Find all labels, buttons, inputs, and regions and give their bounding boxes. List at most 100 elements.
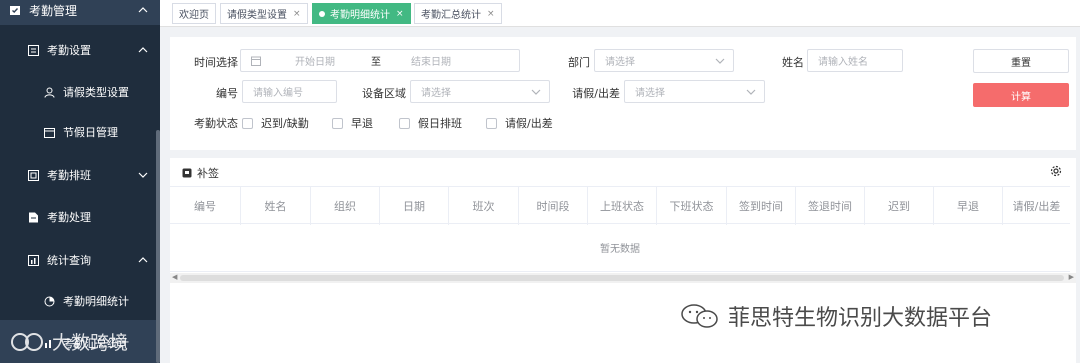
leave-placeholder: 请选择 <box>635 88 665 99</box>
watermark-secondary-text: 大数跨境 <box>52 332 129 354</box>
column-header-date[interactable]: 日期 <box>380 187 449 225</box>
leave-select[interactable]: 请选择 <box>624 80 765 103</box>
sidebar-item-attendance-management[interactable]: 考勤管理 <box>0 0 160 20</box>
checkbox-box[interactable] <box>486 117 497 129</box>
pie-chart-icon <box>42 294 56 308</box>
search-form: 时间选择 开始日期 至 结束日期 部门 请选择 姓名 请输入姓名 重置 编号 请… <box>170 37 1076 150</box>
close-icon[interactable]: × <box>487 9 495 19</box>
scroll-left-icon[interactable]: ◀ <box>172 273 177 281</box>
column-header-shift[interactable]: 班次 <box>449 187 519 225</box>
name-placeholder: 请输入姓名 <box>818 57 868 68</box>
supplement-label: 补签 <box>197 167 219 180</box>
column-header-checkout-time[interactable]: 签退时间 <box>796 187 865 225</box>
wechat-logo-icon <box>680 302 720 330</box>
column-header-time-range[interactable]: 时间段 <box>519 187 588 225</box>
checkbox-label: 请假/出差 <box>505 117 553 130</box>
tab-label: 考勤明细统计 <box>330 10 390 21</box>
sidebar-item-label: 请假类型设置 <box>63 86 129 99</box>
tab-summary-stats[interactable]: 考勤汇总统计 × <box>414 3 502 24</box>
code-label: 编号 <box>216 87 238 100</box>
start-date-placeholder[interactable]: 开始日期 <box>295 53 335 68</box>
dept-label: 部门 <box>568 56 590 69</box>
column-header-code[interactable]: 编号 <box>170 187 241 225</box>
chevron-down-icon <box>746 87 756 97</box>
tab-detail-stats[interactable]: 考勤明细统计 × <box>312 3 411 24</box>
table-header-row: 编号 姓名 组织 日期 班次 时间段 上班状态 下班状态 签到时间 签退时间 迟… <box>170 186 1070 225</box>
chevron-up-icon <box>138 255 148 265</box>
date-range-input[interactable]: 开始日期 至 结束日期 <box>240 49 520 72</box>
checkbox-label: 假日排班 <box>418 117 462 130</box>
column-header-org[interactable]: 组织 <box>311 187 380 225</box>
sidebar-scrollbar[interactable] <box>156 130 160 363</box>
area-select[interactable]: 请选择 <box>410 80 550 103</box>
sidebar-item-handle[interactable]: 考勤处理 <box>0 197 160 237</box>
sidebar-item-attendance-settings[interactable]: 考勤设置 <box>0 30 160 70</box>
empty-state-text: 暂无数据 <box>170 224 1070 272</box>
name-label: 姓名 <box>782 56 804 69</box>
area-placeholder: 请选择 <box>421 88 451 99</box>
watermark-main: 菲思特生物识别大数据平台 <box>680 300 992 332</box>
sidebar-item-detail-stats[interactable]: 考勤明细统计 <box>0 282 160 320</box>
scroll-right-icon[interactable]: ▶ <box>1069 273 1074 281</box>
sidebar-item-label: 考勤设置 <box>47 44 91 57</box>
chevron-down-icon <box>715 56 725 66</box>
tab-welcome[interactable]: 欢迎页 <box>172 3 216 24</box>
checkbox-leave-trip[interactable]: 请假/出差 <box>486 115 553 131</box>
scrollbar-thumb[interactable] <box>180 275 1064 281</box>
sidebar-item-label: 考勤排班 <box>47 169 91 182</box>
checkbox-holiday-shift[interactable]: 假日排班 <box>399 115 462 131</box>
calendar-icon <box>251 56 261 66</box>
sidebar-item-holiday[interactable]: 节假日管理 <box>0 112 160 152</box>
table-toolbar: 补签 <box>170 158 1076 186</box>
tab-label: 考勤汇总统计 <box>421 10 481 21</box>
checkbox-early-leave[interactable]: 早退 <box>332 115 373 131</box>
name-input[interactable]: 请输入姓名 <box>807 49 903 72</box>
calendar-icon <box>42 125 56 139</box>
column-header-leave[interactable]: 请假/出差 <box>1003 187 1070 225</box>
sidebar-item-schedule[interactable]: 考勤排班 <box>0 155 160 195</box>
settings-list-icon <box>26 43 40 57</box>
sidebar-item-label: 节假日管理 <box>63 126 118 139</box>
tab-leave-type[interactable]: 请假类型设置 × <box>220 3 308 24</box>
leave-label: 请假/出差 <box>572 87 620 100</box>
settings-gear-icon[interactable] <box>1050 165 1062 180</box>
active-dot-icon <box>319 10 325 17</box>
area-label: 设备区域 <box>362 87 406 100</box>
dept-select[interactable]: 请选择 <box>594 49 734 72</box>
checkbox-box[interactable] <box>399 117 410 129</box>
close-icon[interactable]: × <box>293 9 301 19</box>
column-header-early[interactable]: 早退 <box>934 187 1003 225</box>
chevron-up-icon <box>138 5 148 15</box>
column-header-checkin-status[interactable]: 上班状态 <box>588 187 657 225</box>
chevron-up-icon <box>138 45 148 55</box>
sidebar-item-label: 统计查询 <box>47 254 91 267</box>
supplement-sign-button[interactable]: 补签 <box>182 165 219 181</box>
app-window: 考勤管理 考勤设置 请假类型设置 节假日管理 考勤排班 考勤处理 统计查询 考勤… <box>0 0 1080 363</box>
watermark-secondary: 大数跨境 <box>8 328 128 355</box>
sidebar-item-stats[interactable]: 统计查询 <box>0 240 160 280</box>
horizontal-scrollbar[interactable]: ◀ ▶ <box>170 273 1076 283</box>
checkbox-late-absent[interactable]: 迟到/缺勤 <box>242 115 309 131</box>
end-date-placeholder[interactable]: 结束日期 <box>411 53 451 68</box>
time-label: 时间选择 <box>194 56 238 69</box>
close-icon[interactable]: × <box>396 9 404 19</box>
schedule-icon <box>26 168 40 182</box>
column-header-late[interactable]: 迟到 <box>865 187 934 225</box>
calculate-button[interactable]: 计算 <box>973 83 1069 107</box>
range-separator: 至 <box>371 57 381 68</box>
sidebar-item-label: 考勤管理 <box>29 3 78 18</box>
reset-button[interactable]: 重置 <box>973 49 1069 73</box>
sidebar-item-leave-type[interactable]: 请假类型设置 <box>0 72 160 112</box>
column-header-checkout-status[interactable]: 下班状态 <box>657 187 727 225</box>
checkbox-box[interactable] <box>332 117 343 129</box>
column-header-checkin-time[interactable]: 签到时间 <box>727 187 796 225</box>
dept-placeholder: 请选择 <box>605 57 635 68</box>
checkbox-box[interactable] <box>242 117 253 129</box>
supplement-icon <box>182 168 192 179</box>
chart-icon <box>26 253 40 267</box>
column-header-name[interactable]: 姓名 <box>241 187 311 225</box>
calendar-check-icon <box>8 3 22 17</box>
chevron-down-icon <box>138 170 148 180</box>
code-input[interactable]: 请输入编号 <box>242 80 337 103</box>
checkbox-label: 早退 <box>351 117 373 130</box>
